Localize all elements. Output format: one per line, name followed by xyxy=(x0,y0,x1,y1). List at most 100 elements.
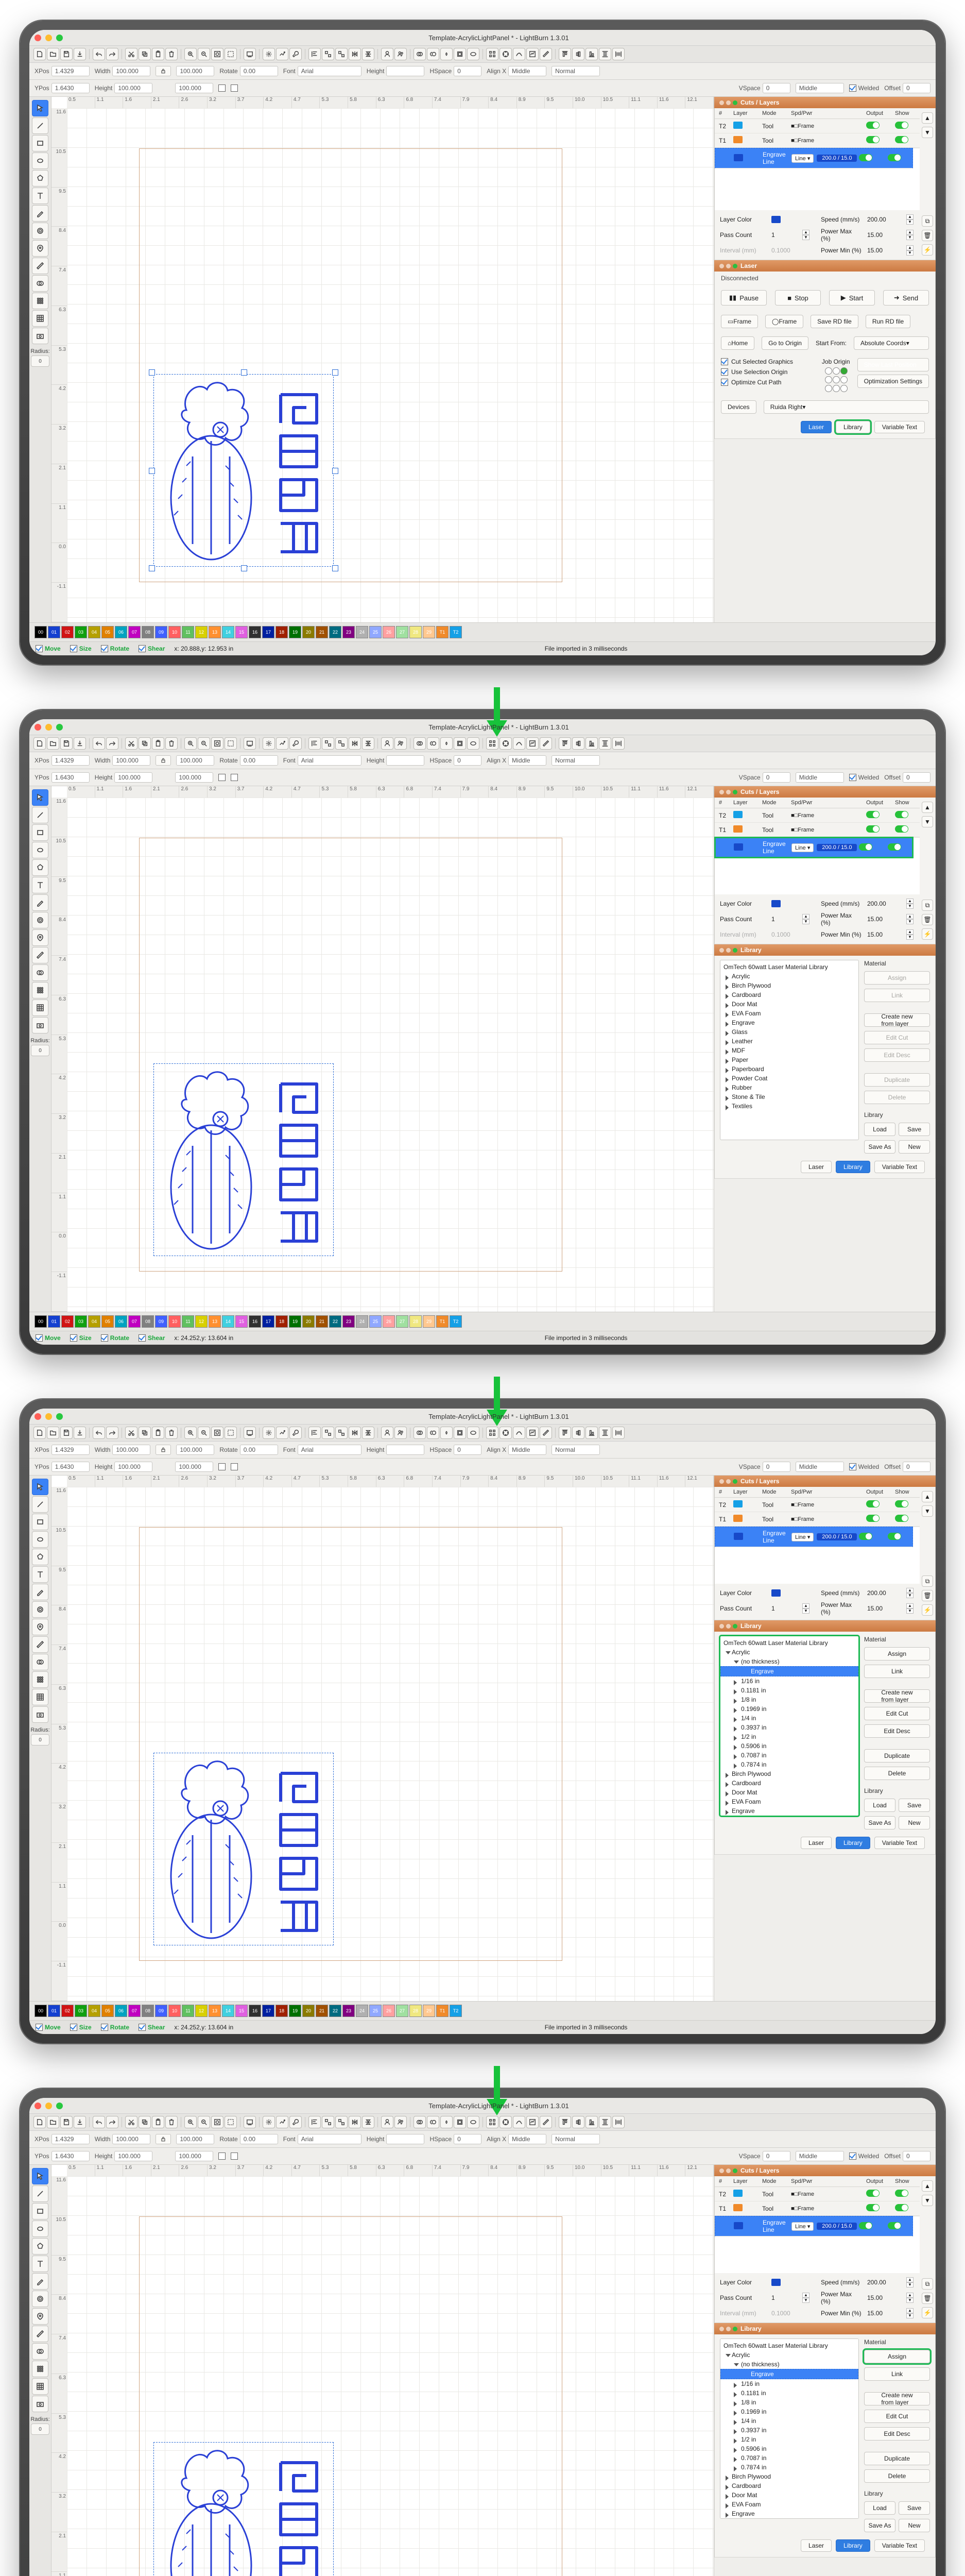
swatch-22[interactable]: 22 xyxy=(329,2005,341,2017)
alignx-field[interactable]: Middle xyxy=(508,66,546,76)
dist-v-icon[interactable] xyxy=(612,1427,625,1439)
trace-icon[interactable] xyxy=(526,1427,539,1439)
text-mode[interactable]: Normal xyxy=(552,755,600,766)
settings-icon[interactable] xyxy=(263,1427,275,1439)
swatch-13[interactable]: 13 xyxy=(209,1315,221,1328)
ellipse-tool[interactable] xyxy=(32,1531,48,1548)
radius-field[interactable]: 0 xyxy=(31,1045,49,1056)
group-icon[interactable] xyxy=(322,48,334,60)
persons-icon[interactable] xyxy=(394,2116,407,2128)
swatch-07[interactable]: 07 xyxy=(128,2005,141,2017)
mirror-v-icon[interactable] xyxy=(362,2116,374,2128)
tree-thickness[interactable]: 1/16 in xyxy=(720,1676,858,1686)
ypos-field[interactable]: 1.6430 xyxy=(51,2151,90,2161)
tree-item[interactable]: Paperboard xyxy=(720,1064,858,1074)
wrench-icon[interactable] xyxy=(289,48,302,60)
zoom-out-icon[interactable] xyxy=(198,737,210,750)
settings-icon[interactable] xyxy=(263,2116,275,2128)
radial-array-icon[interactable] xyxy=(499,2116,512,2128)
pmin-stepper[interactable]: ▲▼ xyxy=(906,245,915,256)
devices-button[interactable]: Devices xyxy=(721,400,756,414)
swatch-28[interactable]: 28 xyxy=(409,626,422,638)
lock-aspect-icon[interactable] xyxy=(156,66,171,76)
tree-thickness[interactable]: 1/2 in xyxy=(720,1732,858,1741)
delete-button[interactable]: Delete xyxy=(864,1767,930,1780)
align-left-icon[interactable] xyxy=(308,737,321,750)
weld-tool[interactable] xyxy=(32,964,48,981)
align-vcenter-icon[interactable] xyxy=(572,2116,584,2128)
optimize-check[interactable] xyxy=(721,379,728,386)
text-mode[interactable]: Normal xyxy=(552,66,600,76)
tree-item[interactable]: EVA Foam xyxy=(720,1797,858,1806)
offset-icon[interactable] xyxy=(454,1427,466,1439)
align-bottom-icon[interactable] xyxy=(585,737,598,750)
link-button[interactable]: Link xyxy=(864,1665,930,1678)
swatch-15[interactable]: 15 xyxy=(235,1315,248,1328)
measure-tool[interactable] xyxy=(32,258,48,274)
align-top-icon[interactable] xyxy=(559,737,571,750)
tree-thickness[interactable]: 0.3937 in xyxy=(720,2426,858,2435)
mirror-h-icon[interactable] xyxy=(349,2116,361,2128)
marker-tool[interactable] xyxy=(32,2308,48,2325)
hspace-field[interactable]: 0 xyxy=(454,66,481,76)
tree-item[interactable]: Door Mat xyxy=(720,2490,858,2500)
go-origin-button[interactable]: Go to Origin xyxy=(762,336,808,350)
settings-icon[interactable] xyxy=(263,48,275,60)
mirror-h-icon[interactable] xyxy=(349,1427,361,1439)
tree-thickness[interactable]: 1/4 in xyxy=(720,2416,858,2426)
edit-desc-button[interactable]: Edit Desc xyxy=(864,2427,930,2441)
array-tool[interactable] xyxy=(32,293,48,309)
tab-library[interactable]: Library xyxy=(836,1837,870,1849)
weld-tool[interactable] xyxy=(32,1654,48,1670)
undo-icon[interactable] xyxy=(93,1427,105,1439)
offset-tool[interactable] xyxy=(32,2291,48,2307)
height-field[interactable]: 100.000 xyxy=(114,83,152,93)
show-toggle[interactable] xyxy=(895,811,908,818)
person-icon[interactable] xyxy=(381,2116,393,2128)
layer-color-check[interactable] xyxy=(218,2153,226,2160)
tree-item[interactable]: Glass xyxy=(720,2518,858,2519)
paste-icon[interactable] xyxy=(152,737,164,750)
offset-field[interactable]: 0 xyxy=(903,1462,930,1472)
swatch-19[interactable]: 19 xyxy=(289,2005,301,2017)
zoom-sel-icon[interactable] xyxy=(225,2116,237,2128)
preview-icon[interactable] xyxy=(244,48,256,60)
show-toggle[interactable] xyxy=(895,1515,908,1522)
tree-nothickness[interactable]: (no thickness) xyxy=(720,1657,858,1666)
open-icon[interactable] xyxy=(47,737,59,750)
edit-cut-button[interactable]: Edit Cut xyxy=(864,1707,930,1720)
zoom-icon[interactable] xyxy=(56,2103,63,2109)
import-icon[interactable] xyxy=(74,1427,86,1439)
radius-field[interactable]: 0 xyxy=(31,355,49,367)
weld-tool[interactable] xyxy=(32,2343,48,2360)
create-from-layer-button[interactable]: Create newfrom layer xyxy=(864,2392,930,2405)
tree-thickness[interactable]: 1/8 in xyxy=(720,2398,858,2407)
offset-tool[interactable] xyxy=(32,223,48,239)
lock-aspect-icon[interactable] xyxy=(156,1445,171,1455)
rotate-check[interactable] xyxy=(101,645,108,652)
open-icon[interactable] xyxy=(47,2116,59,2128)
redo-icon[interactable] xyxy=(106,737,118,750)
swatch-02[interactable]: 02 xyxy=(61,2005,74,2017)
swatch-17[interactable]: 17 xyxy=(262,626,274,638)
tree-item[interactable]: Engrave xyxy=(720,1806,858,1816)
tree-thickness[interactable]: 0.7087 in xyxy=(720,1751,858,1760)
output-toggle[interactable] xyxy=(866,2190,880,2197)
copy-icon[interactable] xyxy=(139,1427,151,1439)
swatch-15[interactable]: 15 xyxy=(235,2005,248,2017)
swatch-19[interactable]: 19 xyxy=(289,626,301,638)
aligny-field[interactable]: Middle xyxy=(796,1462,844,1472)
output-toggle[interactable] xyxy=(859,1533,872,1540)
align-bottom-icon[interactable] xyxy=(585,48,598,60)
open-icon[interactable] xyxy=(47,48,59,60)
layer-row[interactable]: T1 Tool ■□Frame xyxy=(715,133,920,148)
text-mode[interactable]: Normal xyxy=(552,2134,600,2144)
measure-tool[interactable] xyxy=(32,2326,48,2342)
assign-button[interactable]: Assign xyxy=(864,1647,930,1660)
handle-se[interactable] xyxy=(332,565,338,571)
swatch-14[interactable]: 14 xyxy=(222,1315,234,1328)
tab-library[interactable]: Library xyxy=(836,1161,870,1173)
persons-icon[interactable] xyxy=(394,48,407,60)
lock-aspect-icon[interactable] xyxy=(156,2134,171,2144)
swatch-05[interactable]: 05 xyxy=(101,1315,114,1328)
